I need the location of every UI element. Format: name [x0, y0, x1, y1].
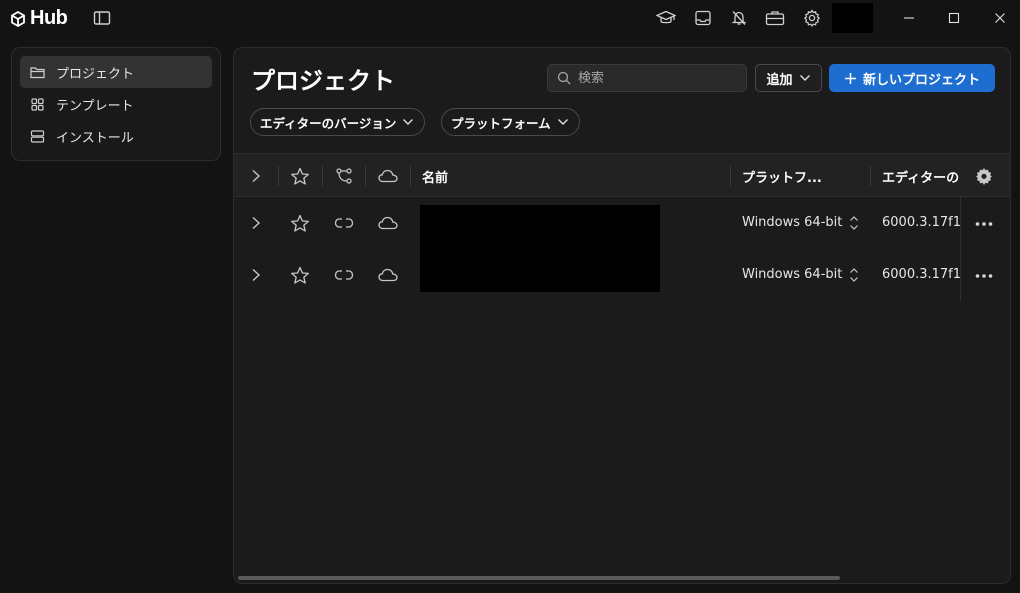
- sidebar-item-label: プロジェクト: [56, 66, 135, 82]
- new-project-label: 新しいプロジェクト: [862, 72, 980, 88]
- projects-panel: プロジェクト 追加 新しいプロジェクト エディターのバージョン プラットフォーム: [233, 47, 1011, 584]
- filter-label: プラットフォーム: [451, 115, 551, 131]
- title-bar: Hub: [0, 0, 1020, 36]
- grid-icon: [31, 97, 44, 111]
- server-icon: [30, 129, 45, 143]
- sidebar-item-label: インストール: [56, 130, 134, 146]
- learn-icon[interactable]: [656, 9, 676, 27]
- search-icon: [557, 71, 571, 85]
- redacted-project-names: [420, 205, 660, 292]
- link-icon[interactable]: [333, 264, 355, 286]
- expand-row-chevron-icon[interactable]: [246, 213, 266, 233]
- expand-row-chevron-icon[interactable]: [246, 265, 266, 285]
- sidebar-item-label: テンプレート: [56, 98, 134, 114]
- add-button-label: 追加: [766, 72, 793, 88]
- cloud-column-icon[interactable]: [376, 165, 400, 187]
- unity-logo-icon: [11, 10, 25, 27]
- platform-cell: Windows 64-bit: [742, 267, 843, 282]
- chevron-down-icon: [557, 119, 568, 125]
- cloud-icon[interactable]: [376, 212, 400, 234]
- column-divider: [960, 197, 961, 301]
- column-header-editor-version[interactable]: エディターの: [882, 167, 962, 186]
- column-header-platform[interactable]: プラットフ...: [742, 167, 842, 186]
- search-box[interactable]: [547, 64, 747, 92]
- sidebar-item-projects[interactable]: プロジェクト: [20, 56, 212, 88]
- editor-version-cell: 6000.3.17f1: [882, 215, 962, 230]
- chevron-down-icon: [799, 75, 810, 81]
- account-avatar[interactable]: [832, 3, 873, 33]
- platform-filter[interactable]: プラットフォーム: [441, 108, 580, 136]
- folder-icon: [30, 66, 45, 78]
- table-header: 名前 プラットフ... エディターの: [234, 153, 1010, 197]
- briefcase-icon[interactable]: [765, 9, 785, 27]
- settings-gear-icon[interactable]: [802, 9, 822, 27]
- editor-version-filter[interactable]: エディターのバージョン: [250, 108, 426, 136]
- maximize-icon[interactable]: [944, 8, 964, 28]
- sidebar-toggle-icon[interactable]: [93, 10, 111, 26]
- new-project-button[interactable]: 新しいプロジェクト: [829, 64, 995, 92]
- favorite-column-star-icon[interactable]: [289, 165, 311, 187]
- plus-icon: [844, 72, 856, 84]
- inbox-icon[interactable]: [693, 9, 713, 27]
- favorite-star-icon[interactable]: [289, 264, 311, 286]
- close-icon[interactable]: [990, 8, 1010, 28]
- cloud-icon[interactable]: [376, 264, 400, 286]
- app-logo-text: Hub: [30, 7, 68, 29]
- chevron-down-icon: [403, 119, 414, 125]
- app-logo: Hub: [10, 7, 68, 30]
- column-settings-gear-icon[interactable]: [973, 165, 995, 187]
- link-icon[interactable]: [333, 212, 355, 234]
- favorite-star-icon[interactable]: [289, 212, 311, 234]
- horizontal-scrollbar[interactable]: [238, 576, 840, 580]
- platform-cell: Windows 64-bit: [742, 215, 843, 230]
- expand-all-chevron-icon[interactable]: [246, 166, 266, 186]
- sidebar-item-templates[interactable]: テンプレート: [20, 88, 212, 120]
- add-button[interactable]: 追加: [755, 64, 822, 92]
- minimize-icon[interactable]: [899, 8, 919, 28]
- editor-version-cell: 6000.3.17f1: [882, 267, 962, 282]
- search-input[interactable]: [578, 70, 728, 86]
- version-control-column-icon[interactable]: [333, 165, 355, 187]
- sidebar: プロジェクト テンプレート インストール: [11, 47, 221, 161]
- platform-sort-chevrons-icon[interactable]: [847, 266, 861, 284]
- sidebar-item-installs[interactable]: インストール: [20, 120, 212, 152]
- filter-label: エディターのバージョン: [260, 115, 397, 131]
- page-title: プロジェクト: [251, 67, 395, 95]
- more-options-icon[interactable]: [974, 214, 994, 234]
- column-header-name[interactable]: 名前: [422, 167, 448, 186]
- notifications-off-icon[interactable]: [729, 9, 749, 27]
- platform-sort-chevrons-icon[interactable]: [847, 214, 861, 232]
- more-options-icon[interactable]: [974, 266, 994, 286]
